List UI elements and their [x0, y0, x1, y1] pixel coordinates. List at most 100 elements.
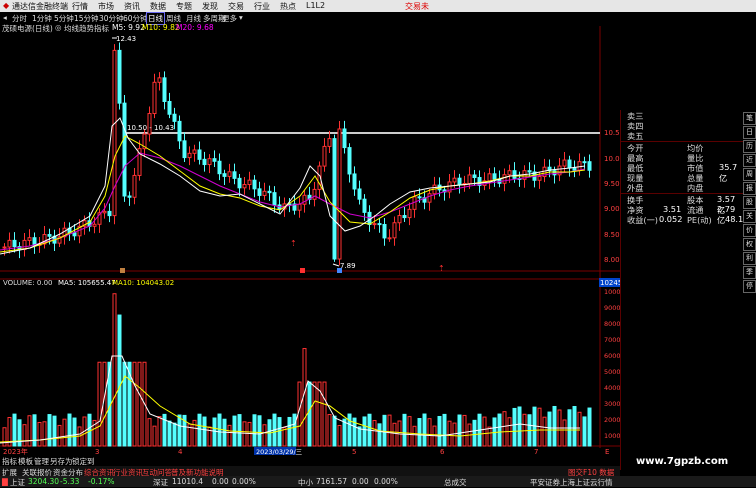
- total-turnover-label: 总成交: [444, 478, 467, 487]
- menu-hangqing[interactable]: 行情: [72, 1, 88, 12]
- volume-bar: [402, 413, 407, 447]
- candle-body: [252, 179, 257, 190]
- volume-bar: [457, 414, 462, 447]
- sh-index-label[interactable]: 上证: [10, 477, 25, 488]
- volume-bar: [177, 414, 182, 447]
- candle-body: [567, 159, 572, 169]
- volume-bar: [487, 426, 492, 447]
- candle-body: [552, 170, 557, 176]
- menu-zhuanti[interactable]: 专题: [176, 1, 192, 12]
- side-tab-7[interactable]: 关: [743, 210, 756, 223]
- status-bar: ▇ 上证 3204.30 -5.33 -0.17% 深证 11010.4 0.0…: [0, 476, 756, 487]
- candle-body: [502, 174, 507, 184]
- volume-bar: [167, 420, 172, 447]
- candle-body: [237, 177, 242, 189]
- volume-bar: [227, 424, 232, 447]
- candle-body: [337, 128, 342, 260]
- price-tick: 9.00: [604, 205, 620, 213]
- volume-bar: [382, 414, 387, 447]
- candle-body: [397, 215, 402, 224]
- candle-body: [587, 161, 592, 171]
- volume-bar: [262, 424, 267, 447]
- side-tab-11[interactable]: 季: [743, 266, 756, 279]
- menu-zixun[interactable]: 资讯: [124, 1, 140, 12]
- candle-body: [487, 173, 492, 182]
- side-tab-9[interactable]: 权: [743, 238, 756, 251]
- candle-body: [582, 161, 587, 164]
- sh-index-value: 3204.30: [28, 477, 60, 486]
- candle-body: [2, 246, 7, 249]
- kline-chart[interactable]: 10.50 10.00 9.50 9.00 8.50 8.00 10245 10…: [0, 26, 620, 456]
- side-tab-12[interactable]: 停: [743, 280, 756, 293]
- price-tick: 10.50: [604, 129, 620, 137]
- candle-body: [127, 195, 132, 198]
- volume-bar: [247, 421, 252, 447]
- menu-shuju[interactable]: 数据: [150, 1, 166, 12]
- sz-index-label[interactable]: 深证: [153, 477, 168, 488]
- vol-ma10-value: MA10: 104043.02: [112, 279, 174, 287]
- menu-faxian[interactable]: 发现: [202, 1, 218, 12]
- volume-bar: [497, 413, 502, 447]
- price-tick: 9.50: [604, 180, 620, 188]
- candle-body: [72, 232, 77, 237]
- volume-bar: [237, 414, 242, 447]
- volume-bar: [27, 415, 32, 447]
- price-tick: 10.00: [604, 155, 620, 163]
- event-marker-icon[interactable]: [300, 268, 305, 273]
- candle-body: [537, 176, 542, 181]
- menu-hangye[interactable]: 行业: [254, 1, 270, 12]
- trade-status[interactable]: 交易未: [405, 1, 429, 12]
- vol-indicator-name[interactable]: VOLUME: 0.00: [3, 279, 52, 287]
- volume-bar: [217, 413, 222, 447]
- period-collapse-icon[interactable]: ◂: [3, 13, 7, 22]
- ma10-line: [0, 135, 586, 253]
- vol-tick: 8000: [604, 320, 620, 328]
- side-tab-10[interactable]: 利: [743, 252, 756, 265]
- side-tab-5[interactable]: 报: [743, 182, 756, 195]
- side-tab-6[interactable]: 股: [743, 196, 756, 209]
- menu-l1l2[interactable]: L1L2: [306, 1, 325, 10]
- candle-body: [322, 145, 327, 167]
- volume-bar: [447, 420, 452, 447]
- side-tab-4[interactable]: 周: [743, 168, 756, 181]
- candle-body: [197, 149, 202, 160]
- candle-body: [392, 222, 397, 239]
- side-tab-8[interactable]: 价: [743, 224, 756, 237]
- side-tab-0[interactable]: 笔: [743, 112, 756, 125]
- menu-shichang[interactable]: 市场: [98, 1, 114, 12]
- volume-bar: [582, 416, 587, 447]
- vol-tick: 7000: [604, 336, 620, 344]
- sh-index-change: -5.33: [60, 477, 80, 486]
- side-tab-2[interactable]: 历: [743, 140, 756, 153]
- side-tab-1[interactable]: 日: [743, 126, 756, 139]
- event-marker-icon[interactable]: [120, 268, 125, 273]
- candle-body: [182, 140, 187, 159]
- sz-index-pct: 0.00%: [232, 477, 256, 486]
- volume-bar: [357, 426, 362, 447]
- candle-body: [202, 158, 207, 166]
- candle-body: [452, 177, 457, 183]
- event-marker-icon[interactable]: [337, 268, 342, 273]
- volume-bar: [512, 407, 517, 447]
- volume-bar: [122, 361, 127, 447]
- candle-body: [232, 171, 237, 179]
- candle-body: [262, 190, 267, 196]
- more-dropdown-icon[interactable]: ▾: [239, 13, 243, 22]
- candle-body: [152, 81, 157, 115]
- indicator-tabs-bar: 指标 模板 管理 另存为 锁定到: [0, 455, 620, 466]
- candle-body: [102, 210, 107, 214]
- menu-jiaoyi[interactable]: 交易: [228, 1, 244, 12]
- volume-bar: [172, 422, 177, 447]
- zx-index-label[interactable]: 中小: [298, 477, 313, 488]
- menu-redian[interactable]: 热点: [280, 1, 296, 12]
- candle-body: [167, 100, 172, 115]
- candle-body: [332, 138, 337, 260]
- candle-body: [257, 188, 262, 196]
- volume-bar: [442, 413, 447, 447]
- vol-ma5-value: MA5: 105655.47: [58, 279, 116, 287]
- side-tab-3[interactable]: 近: [743, 154, 756, 167]
- candle-body: [157, 77, 162, 83]
- fund-eps-label: 收益(一): [627, 215, 658, 225]
- candle-body: [192, 149, 197, 154]
- fund-eps-value: 0.052: [659, 214, 683, 224]
